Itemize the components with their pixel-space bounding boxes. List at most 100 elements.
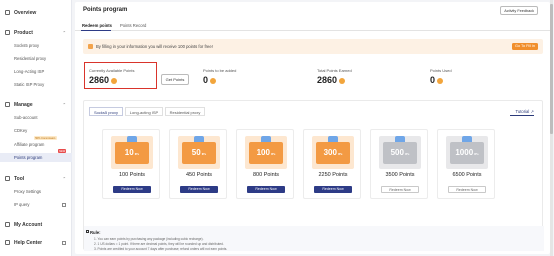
sidebar-item-long-acting-isp[interactable]: Long-Acting ISP: [0, 68, 72, 75]
ip-amount: 300: [323, 148, 337, 157]
external-link-icon: [62, 202, 66, 207]
redeem-now-button[interactable]: Redeem Now: [113, 186, 151, 193]
total-points-earned-label: Total Points Earned: [317, 68, 352, 73]
sidebar-item-label: Residential proxy: [14, 56, 47, 61]
scrollbar-thumb[interactable]: [550, 4, 553, 134]
activity-feedback-button[interactable]: Activity Feedback: [500, 6, 538, 15]
ticket-face: 10IPs: [115, 142, 149, 164]
sidebar-item-static-isp[interactable]: Static ISP Proxy: [0, 81, 72, 88]
redeem-now-button[interactable]: Redeem Now: [381, 186, 419, 193]
redeem-now-button[interactable]: Redeem Now: [247, 186, 285, 193]
ticket-graphic: 500IPs: [379, 136, 421, 169]
product-tab-residential[interactable]: Residential proxy: [165, 107, 205, 116]
sidebar-item-cdkey[interactable]: CDKey: [0, 127, 72, 134]
points-used-value: 0: [430, 75, 436, 85]
ip-unit: IPs: [201, 152, 207, 156]
go-to-fill-in-button[interactable]: Go To Fill in: [512, 43, 538, 50]
sidebar-item-label: IP query: [14, 202, 30, 207]
available-points-label: Currently Available Points: [89, 68, 135, 73]
get-points-button[interactable]: Get Points: [161, 74, 189, 85]
sidebar-item-label: Affiliate program: [14, 142, 45, 147]
external-link-icon: [62, 240, 66, 245]
sidebar-item-points-program[interactable]: Points program: [0, 153, 72, 162]
sidebar-item-label: Static ISP Proxy: [14, 82, 45, 87]
package-card: 1000IPs 6500 Points Redeem Now: [437, 129, 495, 199]
rule-line: 3. Points are credited to your account 7…: [94, 247, 228, 251]
redeem-now-button[interactable]: Redeem Now: [180, 186, 218, 193]
sidebar-item-label: My Account: [14, 221, 43, 228]
sidebar-item-affiliate[interactable]: Affiliate program: [0, 141, 72, 148]
sidebar-item-my-account[interactable]: My Account: [0, 220, 72, 229]
ip-unit: IPs: [337, 152, 343, 156]
available-points-value: 2860: [89, 75, 110, 85]
home-icon: [5, 10, 10, 15]
points-cost: 2250 Points: [318, 172, 348, 178]
info-banner: By filling in your information you will …: [83, 39, 543, 54]
package-card: 100IPs 800 Points Redeem Now: [236, 129, 294, 199]
tab-redeem-points[interactable]: Redeem points: [82, 23, 112, 28]
user-icon: [5, 222, 10, 227]
sidebar-item-label: Overview: [14, 9, 37, 16]
sidebar-item-ip-query[interactable]: IP query: [0, 201, 72, 208]
rule-line: 1. You can earn points by purchasing any…: [94, 237, 204, 241]
sidebar-item-overview[interactable]: Overview: [0, 8, 72, 17]
sidebar-item-socks5[interactable]: Socks5 proxy: [0, 42, 72, 49]
redeem-content: Socks5 proxy Long-acting ISP Residential…: [83, 100, 544, 251]
wrench-icon: [5, 176, 10, 181]
new-badge: NEW: [58, 149, 67, 153]
coin-icon: [111, 78, 117, 84]
sidebar-section-label: Product: [14, 29, 33, 36]
sidebar-item-label: Help Center: [14, 239, 43, 246]
ip-unit: IPs: [270, 152, 276, 156]
package-card: 500IPs 3500 Points Redeem Now: [370, 129, 428, 199]
points-to-be-added-label: Points to be added: [203, 68, 237, 73]
ticket-face: 300IPs: [316, 142, 350, 164]
tutorial-underline: [510, 115, 534, 116]
sidebar-item-label: Points program: [14, 155, 43, 160]
points-used-label: Points Used: [430, 68, 452, 73]
product-tab-socks5[interactable]: Socks5 proxy: [89, 107, 123, 116]
points-cost: 450 Points: [186, 172, 212, 178]
sidebar-section-product[interactable]: Product ⌃: [0, 28, 72, 37]
ticket-graphic: 100IPs: [245, 136, 287, 169]
ip-unit: IPs: [134, 152, 140, 156]
ticket-face: 50IPs: [182, 142, 216, 164]
info-icon: [86, 230, 89, 233]
points-cost: 100 Points: [119, 172, 145, 178]
ticket-face: 500IPs: [383, 142, 417, 164]
redeem-now-button[interactable]: Redeem Now: [448, 186, 486, 193]
rules-section: Rule: 1. You can earn points by purchasi…: [84, 226, 544, 251]
folder-icon: [5, 102, 10, 107]
ticket-graphic: 300IPs: [312, 136, 354, 169]
active-tab-underline: [81, 30, 111, 32]
ticket-face: 1000IPs: [450, 142, 484, 164]
product-tab-long-acting-isp[interactable]: Long-acting ISP: [125, 107, 163, 116]
redeem-now-button[interactable]: Redeem Now: [314, 186, 352, 193]
tutorial-link[interactable]: Tutorial ↗: [516, 109, 535, 114]
coin-icon: [339, 78, 345, 84]
sidebar-item-label: Proxy Settings: [14, 189, 41, 194]
coin-icon: [210, 78, 216, 84]
sidebar-item-help-center[interactable]: Help Center: [0, 238, 72, 247]
sidebar-section-manage[interactable]: Manage ⌃: [0, 100, 72, 109]
sidebar-item-sub-account[interactable]: Sub-account: [0, 114, 72, 121]
sidebar: Overview Product ⌃ Socks5 proxy Resident…: [0, 0, 72, 256]
sidebar-section-tool[interactable]: Tool ⌃: [0, 174, 72, 183]
ticket-graphic: 1000IPs: [446, 136, 488, 169]
points-to-be-added-value: 0: [203, 75, 209, 85]
sidebar-item-label: CDKey: [14, 128, 28, 133]
package-card: 50IPs 450 Points Redeem Now: [169, 129, 227, 199]
sidebar-section-label: Tool: [14, 175, 25, 182]
sidebar-item-proxy-settings[interactable]: Proxy Settings: [0, 188, 72, 195]
ip-amount: 500: [390, 148, 404, 157]
chevron-up-icon: ⌃: [62, 30, 66, 35]
points-cost: 3500 Points: [385, 172, 415, 178]
sidebar-item-residential[interactable]: Residential proxy: [0, 55, 72, 62]
banner-text: By filling in your information you will …: [96, 44, 213, 49]
sidebar-item-label: Sub-account: [14, 115, 38, 120]
page-title: Points program: [83, 7, 128, 13]
ticket-graphic: 10IPs: [111, 136, 153, 169]
tab-points-record[interactable]: Points Record: [120, 23, 146, 28]
commission-badge: 50% Commission: [34, 136, 57, 140]
rule-line: 2. 1 US dollars = 1 point. If there are …: [94, 242, 224, 246]
